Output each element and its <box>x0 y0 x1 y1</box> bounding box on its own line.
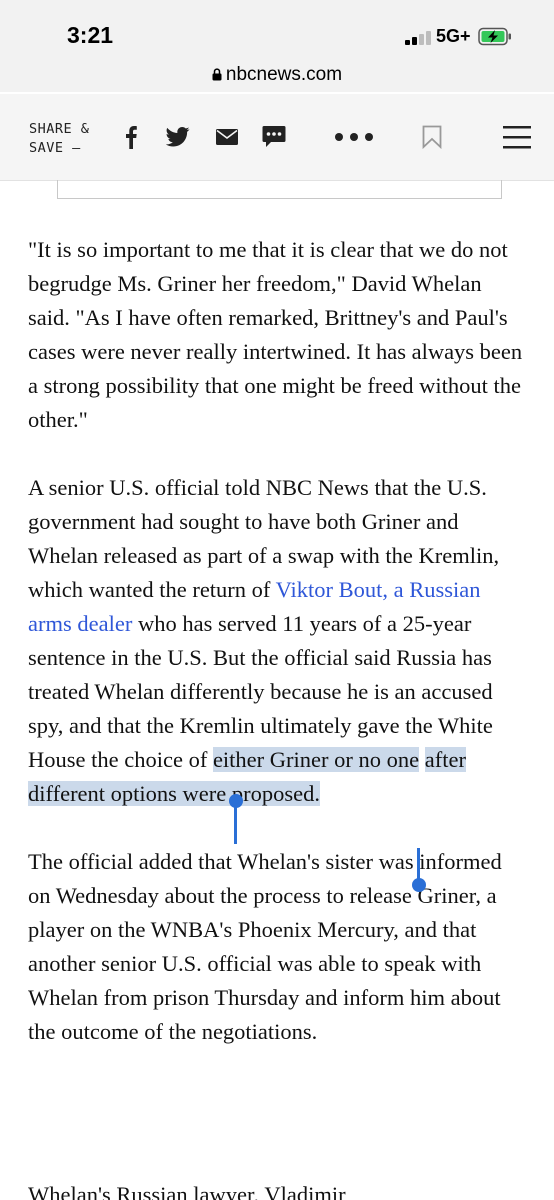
article-paragraph-cutoff: Whelan's Russian lawyer, Vladimir <box>28 1186 346 1200</box>
bookmark-icon[interactable] <box>420 122 444 152</box>
share-toolbar: SHARE & SAVE — <box>0 94 554 181</box>
facebook-icon[interactable] <box>120 122 142 152</box>
sms-icon[interactable] <box>260 123 288 151</box>
article-body: "It is so important to me that it is cle… <box>28 233 528 1083</box>
status-bar: 3:21 5G+ <box>0 0 554 62</box>
selection-end-caret <box>417 848 420 880</box>
more-icon[interactable] <box>332 126 376 148</box>
share-label-line2: SAVE — <box>29 140 81 156</box>
share-save-label: SHARE & SAVE — <box>29 120 89 158</box>
article-paragraph: The official added that Whelan's sister … <box>28 849 502 1044</box>
article-paragraph: "It is so important to me that it is cle… <box>28 237 523 432</box>
selection-start-caret <box>234 804 237 844</box>
share-label-line1: SHARE & <box>29 121 90 137</box>
article-paragraph: A senior U.S. official told NBC News tha… <box>28 471 528 811</box>
email-icon[interactable] <box>214 126 240 148</box>
signal-strength-icon <box>405 31 431 45</box>
selection-end-handle[interactable] <box>412 878 426 892</box>
status-time: 3:21 <box>67 22 114 48</box>
selected-text[interactable]: either Griner or no one <box>212 747 420 772</box>
lock-icon <box>212 66 222 85</box>
battery-charging-icon <box>478 27 512 46</box>
hamburger-menu-icon[interactable] <box>500 122 534 152</box>
url-text: nbcnews.com <box>225 64 343 85</box>
twitter-icon[interactable] <box>164 124 192 150</box>
embedded-card-bottom <box>57 180 502 199</box>
address-bar[interactable]: nbcnews.com <box>0 62 554 92</box>
network-type: 5G+ <box>436 26 471 46</box>
